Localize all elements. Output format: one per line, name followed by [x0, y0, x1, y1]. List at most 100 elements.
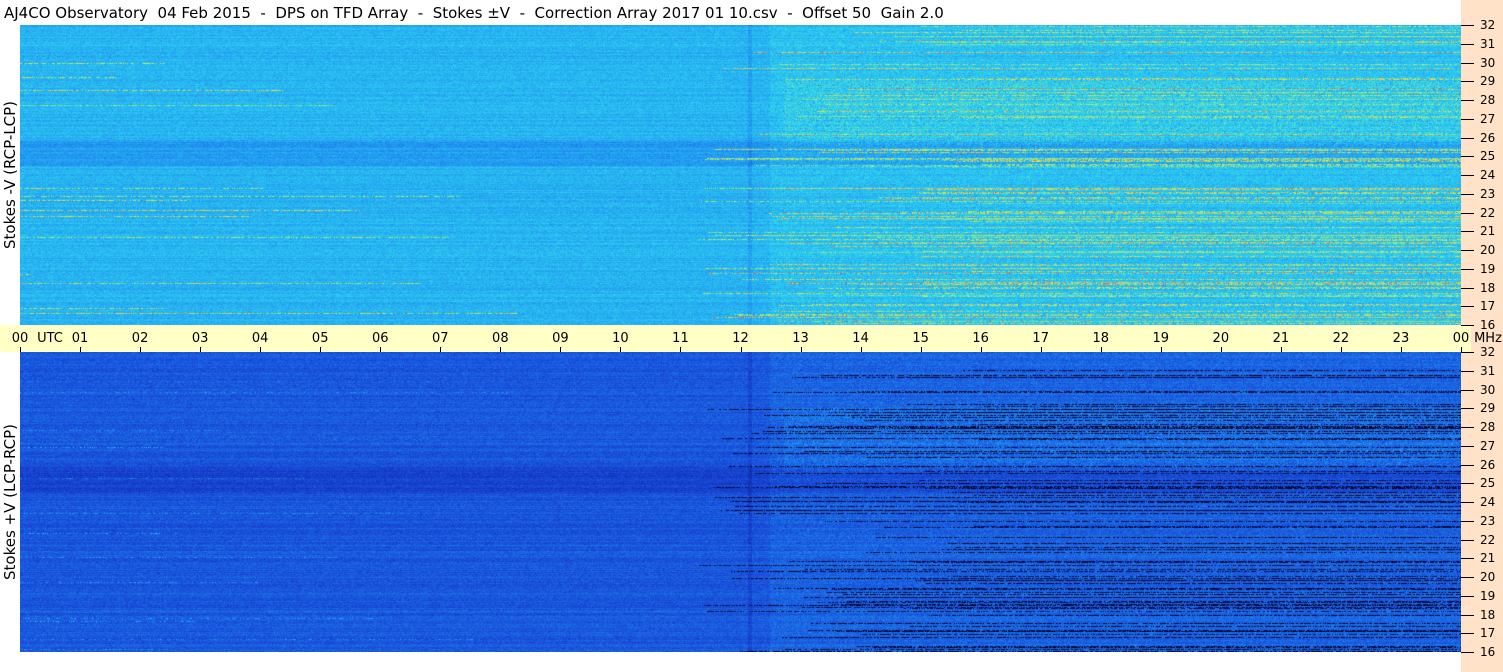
- time-tick-mark: [800, 347, 802, 352]
- frequency-tick-label: 24: [1480, 495, 1496, 509]
- time-tick-mark: [20, 347, 21, 352]
- y-axis-label-top: Stokes -V (RCP-LCP): [1, 101, 19, 249]
- frequency-tick-mark: [1461, 352, 1474, 353]
- time-tick-label: 17: [1032, 331, 1049, 346]
- frequency-tick-label: 30: [1480, 382, 1496, 397]
- frequency-unit-label: MHz: [1474, 331, 1502, 346]
- frequency-tick-label: 30: [1480, 55, 1496, 70]
- time-tick-mark: [200, 347, 202, 352]
- frequency-tick-label: 25: [1480, 476, 1496, 491]
- time-tick-label: 21: [1272, 331, 1290, 346]
- frequency-tick-mark: [1461, 231, 1474, 233]
- time-tick-label: 00: [11, 331, 29, 346]
- frequency-tick-mark: [1461, 43, 1474, 45]
- time-tick-mark: [380, 347, 382, 352]
- frequency-tick-mark: [1461, 445, 1474, 447]
- frequency-tick-label: 18: [1480, 607, 1496, 622]
- time-tick-mark: [1400, 347, 1402, 352]
- frequency-tick-label: 28: [1480, 420, 1496, 434]
- time-tick-mark: [1220, 347, 1222, 352]
- frequency-tick-label: 24: [1480, 168, 1496, 182]
- time-tick-label: 10: [612, 331, 629, 346]
- frequency-tick-label: 20: [1480, 243, 1496, 257]
- frequency-tick-label: 28: [1480, 93, 1496, 107]
- frequency-tick-label: 32: [1480, 345, 1496, 359]
- time-tick-label: 07: [432, 331, 449, 346]
- time-tick-label: 12: [732, 331, 749, 346]
- time-tick-label: 06: [371, 331, 389, 346]
- time-tick-label: 08: [492, 331, 509, 346]
- frequency-tick-label: 27: [1480, 438, 1496, 453]
- frequency-tick-label: 32: [1480, 18, 1496, 32]
- time-tick-mark: [1340, 347, 1342, 352]
- frequency-tick-mark: [1461, 464, 1474, 466]
- time-tick-mark: [980, 347, 982, 352]
- frequency-tick-mark: [1461, 652, 1474, 653]
- time-tick-mark: [740, 347, 742, 352]
- frequency-tick-mark: [1461, 408, 1474, 410]
- frequency-tick-label: 18: [1480, 280, 1496, 295]
- time-tick-label: 23: [1392, 331, 1410, 346]
- time-tick-label: 09: [552, 331, 569, 346]
- frequency-tick-mark: [1461, 212, 1474, 214]
- time-tick-mark: [1280, 347, 1282, 352]
- time-tick-label: 22: [1332, 331, 1350, 346]
- frequency-tick-mark: [1461, 25, 1474, 26]
- time-tick-label: 18: [1092, 331, 1110, 346]
- frequency-tick-label: 25: [1480, 149, 1496, 164]
- frequency-tick-mark: [1461, 156, 1474, 158]
- time-tick-label: 13: [792, 331, 809, 346]
- frequency-tick-label: 19: [1480, 261, 1496, 276]
- time-tick-label: 20: [1212, 331, 1230, 346]
- frequency-tick-mark: [1461, 389, 1474, 391]
- frequency-tick-mark: [1461, 633, 1474, 635]
- time-tick-mark: [1040, 347, 1042, 352]
- frequency-tick-label: 23: [1480, 513, 1496, 528]
- frequency-tick-label: 21: [1480, 224, 1496, 239]
- frequency-tick-mark: [1461, 268, 1474, 270]
- frequency-tick-label: 20: [1480, 570, 1496, 584]
- time-tick-label: 04: [251, 331, 269, 346]
- time-unit-label: UTC: [37, 331, 63, 346]
- frequency-tick-label: 29: [1480, 401, 1496, 416]
- frequency-tick-label: 22: [1480, 532, 1496, 547]
- frequency-tick-label: 17: [1480, 626, 1496, 641]
- heatmap-canvas-top: [20, 25, 1461, 325]
- time-tick-label: 05: [311, 331, 329, 346]
- frequency-tick-label: 26: [1480, 130, 1496, 145]
- frequency-tick-label: 19: [1480, 588, 1496, 603]
- frequency-tick-mark: [1461, 118, 1474, 120]
- time-tick-mark: [500, 347, 502, 352]
- frequency-tick-mark: [1461, 287, 1474, 289]
- frequency-tick-label: 29: [1480, 74, 1496, 89]
- time-tick-mark: [560, 347, 562, 352]
- frequency-tick-label: 26: [1480, 457, 1496, 472]
- frequency-tick-mark: [1461, 100, 1474, 101]
- frequency-tick-mark: [1461, 614, 1474, 616]
- spectrogram-bottom: [20, 352, 1461, 652]
- frequency-tick-label: 16: [1480, 318, 1496, 332]
- frequency-tick-label: 31: [1480, 363, 1496, 378]
- frequency-tick-mark: [1461, 558, 1474, 560]
- frequency-tick-mark: [1461, 520, 1474, 522]
- time-tick-label: 16: [972, 331, 989, 346]
- frequency-tick-mark: [1461, 427, 1474, 428]
- frequency-tick-label: 17: [1480, 299, 1496, 314]
- time-tick-label: 11: [672, 331, 689, 346]
- time-tick-mark: [80, 347, 82, 352]
- frequency-tick-mark: [1461, 502, 1474, 503]
- frequency-tick-mark: [1461, 137, 1474, 139]
- time-tick-label: 19: [1152, 331, 1170, 346]
- frequency-tick-mark: [1461, 306, 1474, 308]
- frequency-tick-mark: [1461, 595, 1474, 597]
- frequency-tick-mark: [1461, 483, 1474, 485]
- time-tick-mark: [620, 347, 622, 352]
- frequency-tick-mark: [1461, 539, 1474, 541]
- time-tick-mark: [260, 347, 262, 352]
- frequency-tick-label: 21: [1480, 551, 1496, 566]
- frequency-tick-label: 23: [1480, 186, 1496, 201]
- time-tick-mark: [860, 347, 862, 352]
- heatmap-canvas-bottom: [20, 352, 1461, 652]
- frequency-tick-label: 27: [1480, 111, 1496, 126]
- spectrogram-top: [20, 25, 1461, 325]
